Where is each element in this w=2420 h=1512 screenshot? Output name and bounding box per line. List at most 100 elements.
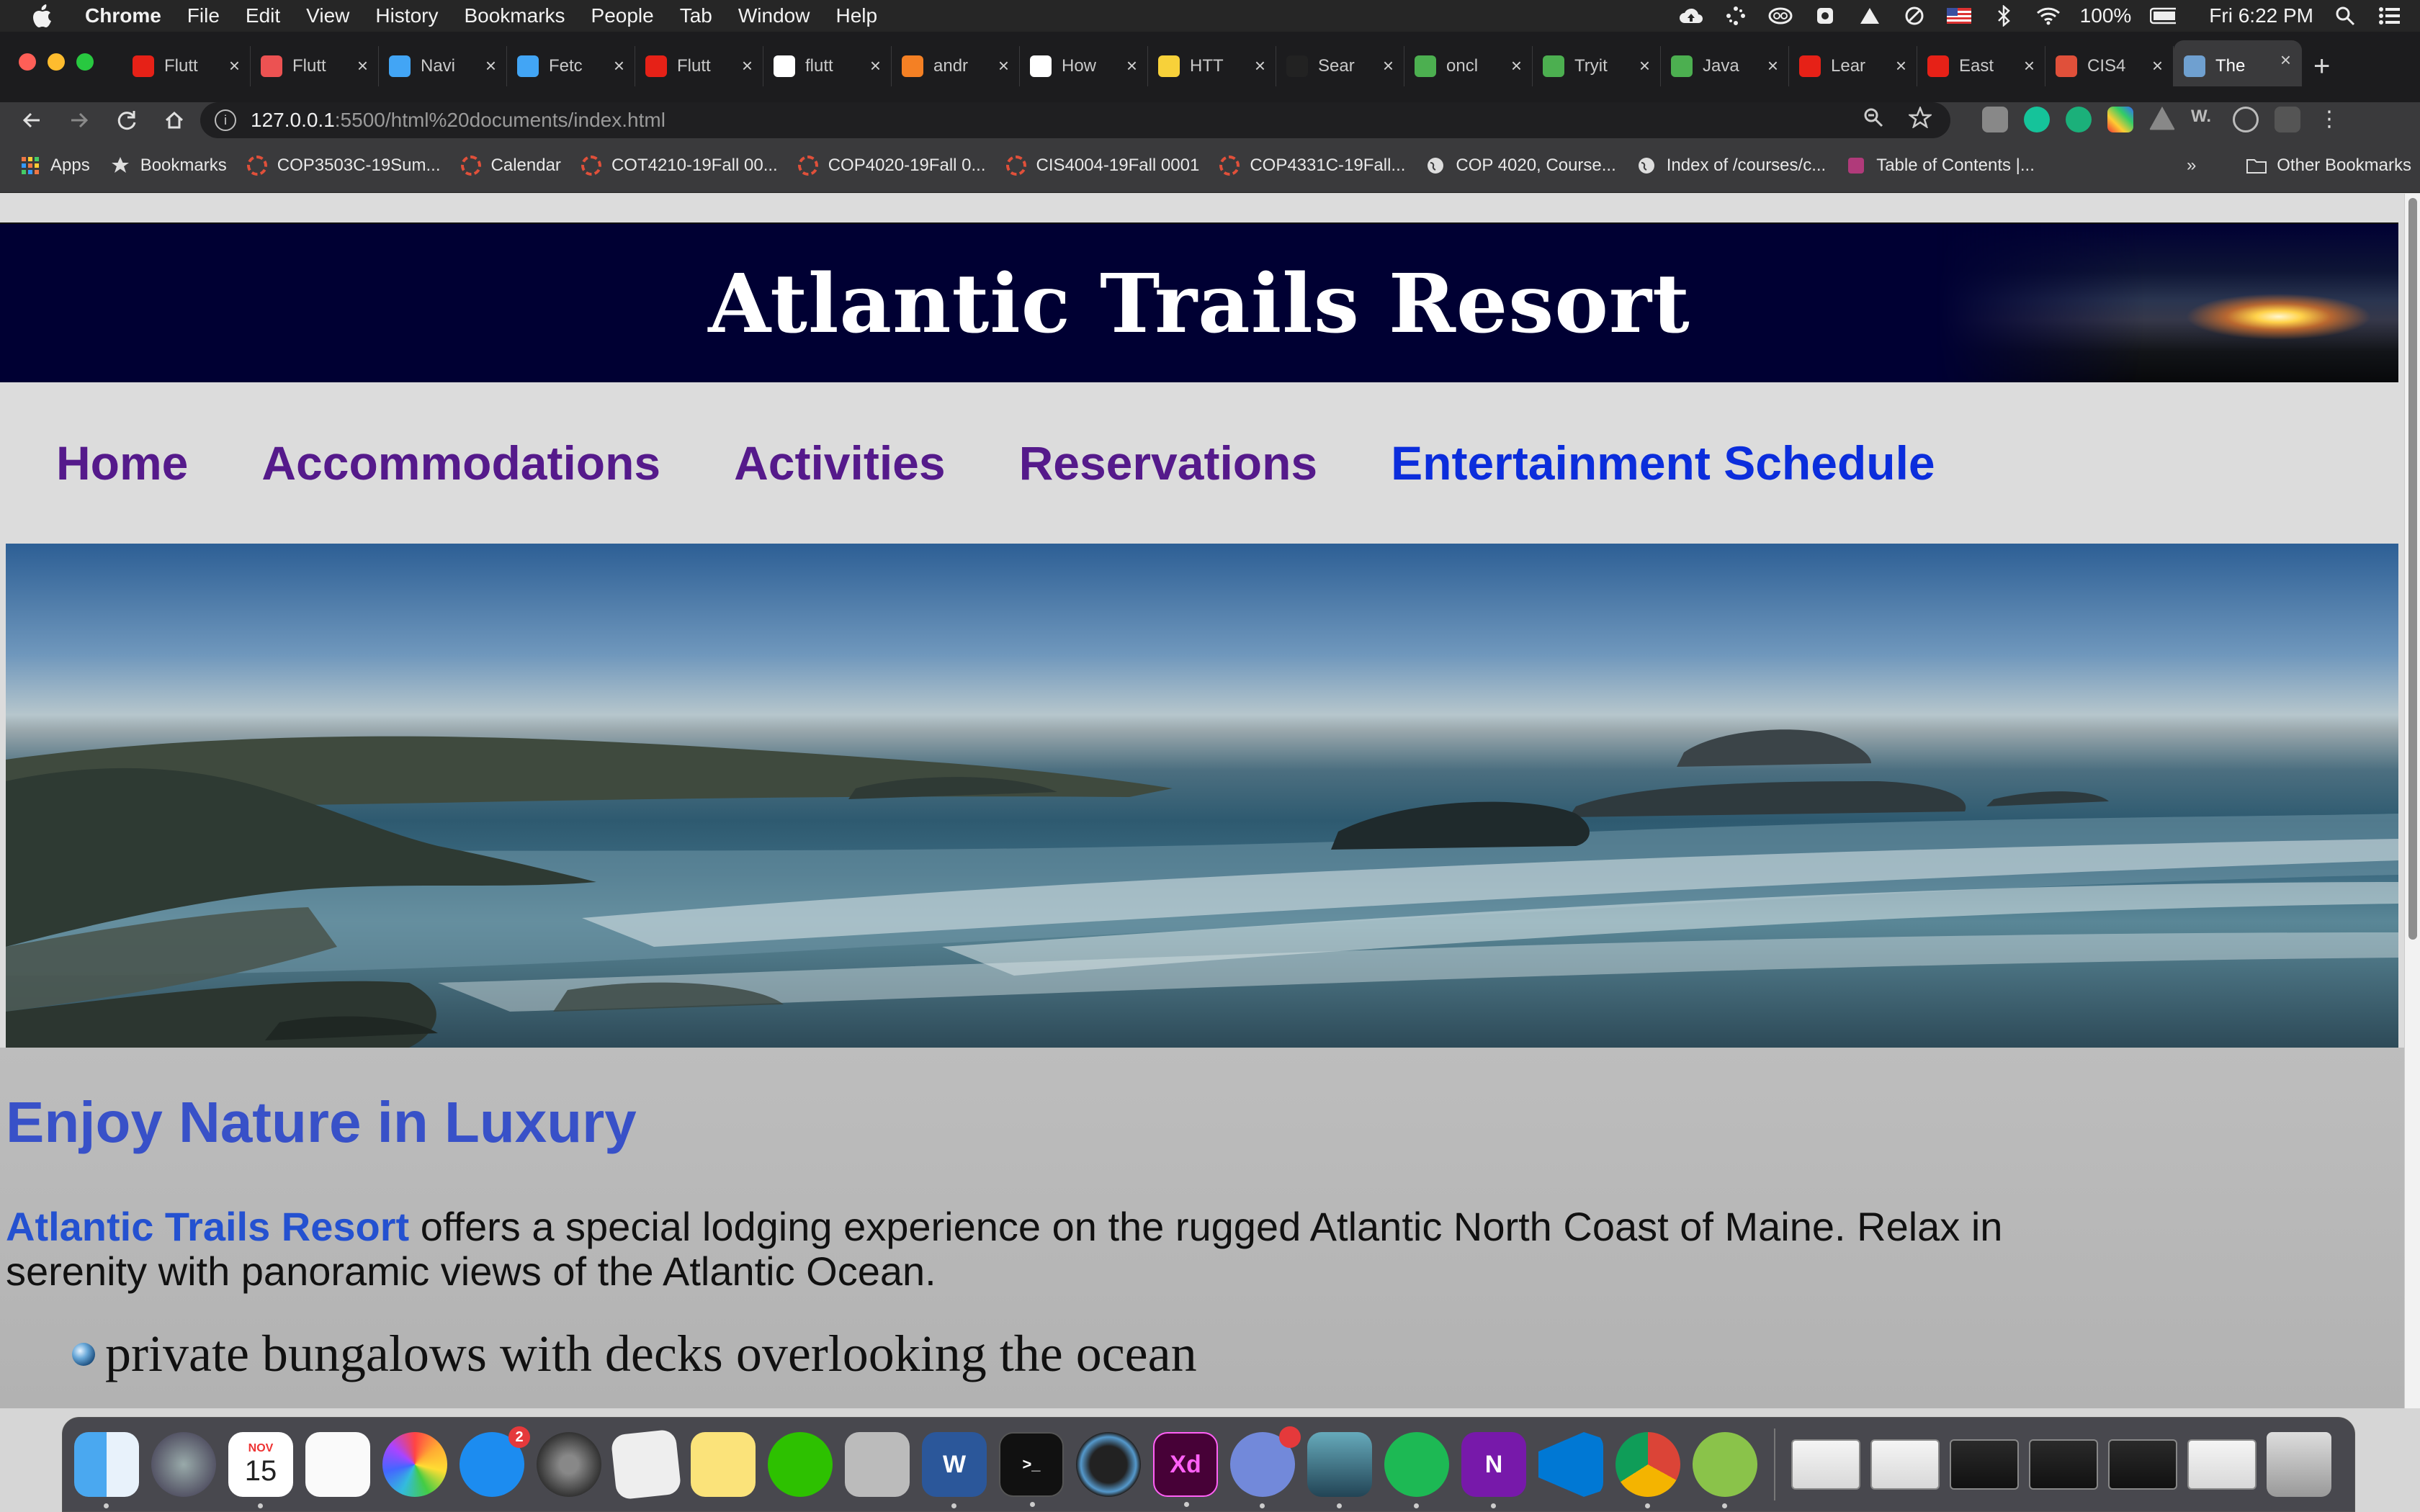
adobe-xd-icon[interactable]: Xd [1153,1432,1218,1507]
tab[interactable]: Java × [1661,46,1789,86]
tab[interactable]: Flutt × [635,46,763,86]
menu-people[interactable]: People [591,4,654,27]
tab[interactable]: The × [2174,40,2302,86]
menu-view[interactable]: View [306,4,349,27]
nav-activities[interactable]: Activities [734,436,945,490]
colorpick-icon[interactable] [2107,107,2133,132]
reminders-icon[interactable] [305,1432,370,1497]
cloud-upload-icon[interactable] [1678,5,1704,27]
tab[interactable]: CIS4 × [2045,46,2174,86]
tab-close-icon[interactable]: × [357,55,368,77]
back-button[interactable] [16,104,48,136]
wechat-icon[interactable] [768,1432,833,1497]
finder-icon[interactable] [74,1432,139,1508]
zoom-icon[interactable] [1863,107,1884,134]
bookmark-item[interactable]: COP4020-19Fall 0... [797,155,986,176]
wappalyzer-icon[interactable]: W. [2191,107,2217,132]
creative-cloud-icon[interactable] [1767,5,1793,27]
nav-home[interactable]: Home [56,436,188,490]
minimized-window-thumbnail[interactable] [1870,1439,1940,1490]
battery-icon[interactable] [2150,5,2177,27]
menu-help[interactable]: Help [835,4,877,27]
bookmark-item[interactable]: Index of /courses/c... [1636,156,1826,176]
tab-close-icon[interactable]: × [1126,55,1137,77]
discord-icon[interactable] [1230,1426,1301,1508]
bookmark-item[interactable]: Calendar [460,155,561,176]
trash-icon[interactable] [2267,1432,2331,1497]
minimize-window-button[interactable] [48,53,65,71]
apple-menu-icon[interactable] [27,1,56,30]
tab[interactable]: Navi × [379,46,507,86]
do-not-disturb-icon[interactable] [1901,5,1927,27]
bookmark-item[interactable]: CIS4004-19Fall 0001 [1005,155,1199,176]
tab-close-icon[interactable]: × [1896,55,1906,77]
tab[interactable]: Sear × [1276,46,1404,86]
image-capture-icon[interactable] [1307,1432,1372,1508]
spotlight-search-icon[interactable] [2332,5,2358,27]
spinner-icon[interactable] [1723,5,1749,27]
tab-close-icon[interactable]: × [1767,55,1778,77]
tab[interactable]: Flutt × [122,46,251,86]
bluetooth-icon[interactable] [1991,5,2017,27]
calendar-icon[interactable]: NOV 15 [228,1432,293,1508]
url-text[interactable]: 127.0.0.1:5500/html%20documents/index.ht… [251,109,666,132]
app-store-icon[interactable]: 2 [460,1426,530,1497]
nav-accommodations[interactable]: Accommodations [261,436,660,490]
bookmark-item[interactable]: Bookmarks [110,156,227,176]
tab-close-icon[interactable]: × [2280,49,2291,71]
address-bar[interactable]: i 127.0.0.1:5500/html%20documents/index.… [200,102,1950,138]
bookmarks-overflow-button[interactable]: » [2187,156,2196,176]
menu-window[interactable]: Window [738,4,810,27]
minimized-window-thumbnail[interactable] [2029,1439,2098,1490]
bookmark-item[interactable]: COP4331C-19Fall... [1219,155,1405,176]
reload-button[interactable] [111,104,143,136]
tab-close-icon[interactable]: × [614,55,624,77]
tab-close-icon[interactable]: × [870,55,881,77]
chrome-menu-icon[interactable]: ⋮ [2316,107,2342,132]
tab-close-icon[interactable]: × [485,55,496,77]
chrome-icon[interactable] [1615,1432,1680,1508]
nav-reservations[interactable]: Reservations [1019,436,1318,490]
stickies-icon[interactable] [691,1432,756,1497]
tab[interactable]: andr × [892,46,1020,86]
tab-close-icon[interactable]: × [1255,55,1265,77]
tab-close-icon[interactable]: × [229,55,240,77]
terminal-icon[interactable]: >_ [999,1432,1064,1507]
preview-drawing-icon[interactable] [845,1432,910,1497]
bookmark-item[interactable]: COP3503C-19Sum... [246,155,441,176]
minimized-window-thumbnail[interactable] [1950,1439,2019,1490]
tab-close-icon[interactable]: × [1511,55,1522,77]
tab[interactable]: Flutt × [251,46,379,86]
quicktime-icon[interactable] [1076,1432,1141,1497]
tab-close-icon[interactable]: × [742,55,753,77]
notification-center-icon[interactable] [2377,5,2403,27]
wifi-icon[interactable] [2035,5,2061,27]
scrollbar-thumb[interactable] [2408,198,2417,940]
menu-edit[interactable]: Edit [246,4,280,27]
minimized-window-thumbnail[interactable] [1791,1439,1860,1490]
cog-flower-icon[interactable] [1812,5,1838,27]
tab-close-icon[interactable]: × [1383,55,1394,77]
menu-history[interactable]: History [375,4,438,27]
menu-bookmarks[interactable]: Bookmarks [464,4,565,27]
tab-close-icon[interactable]: × [1639,55,1650,77]
tab[interactable]: Tryit × [1533,46,1661,86]
drive-extension-icon[interactable] [2149,107,2175,130]
tab[interactable]: HTT × [1148,46,1276,86]
new-tab-button[interactable]: + [2313,50,2330,83]
spotify-icon[interactable] [1384,1432,1449,1508]
tab[interactable]: flutt × [763,46,892,86]
other-bookmarks[interactable]: Other Bookmarks [2246,156,2411,176]
tab[interactable]: oncl × [1404,46,1533,86]
word-icon[interactable]: W [922,1432,987,1508]
system-preferences-icon[interactable] [537,1432,601,1497]
tab[interactable]: How × [1020,46,1148,86]
launchpad-icon[interactable] [151,1432,216,1497]
tab-close-icon[interactable]: × [998,55,1009,77]
home-button[interactable] [158,104,190,136]
site-info-icon[interactable]: i [215,109,236,131]
bookmark-star-icon[interactable] [1907,105,1933,134]
tab[interactable]: Fetc × [507,46,635,86]
drive-icon[interactable] [1857,5,1883,27]
tab-close-icon[interactable]: × [2152,55,2163,77]
